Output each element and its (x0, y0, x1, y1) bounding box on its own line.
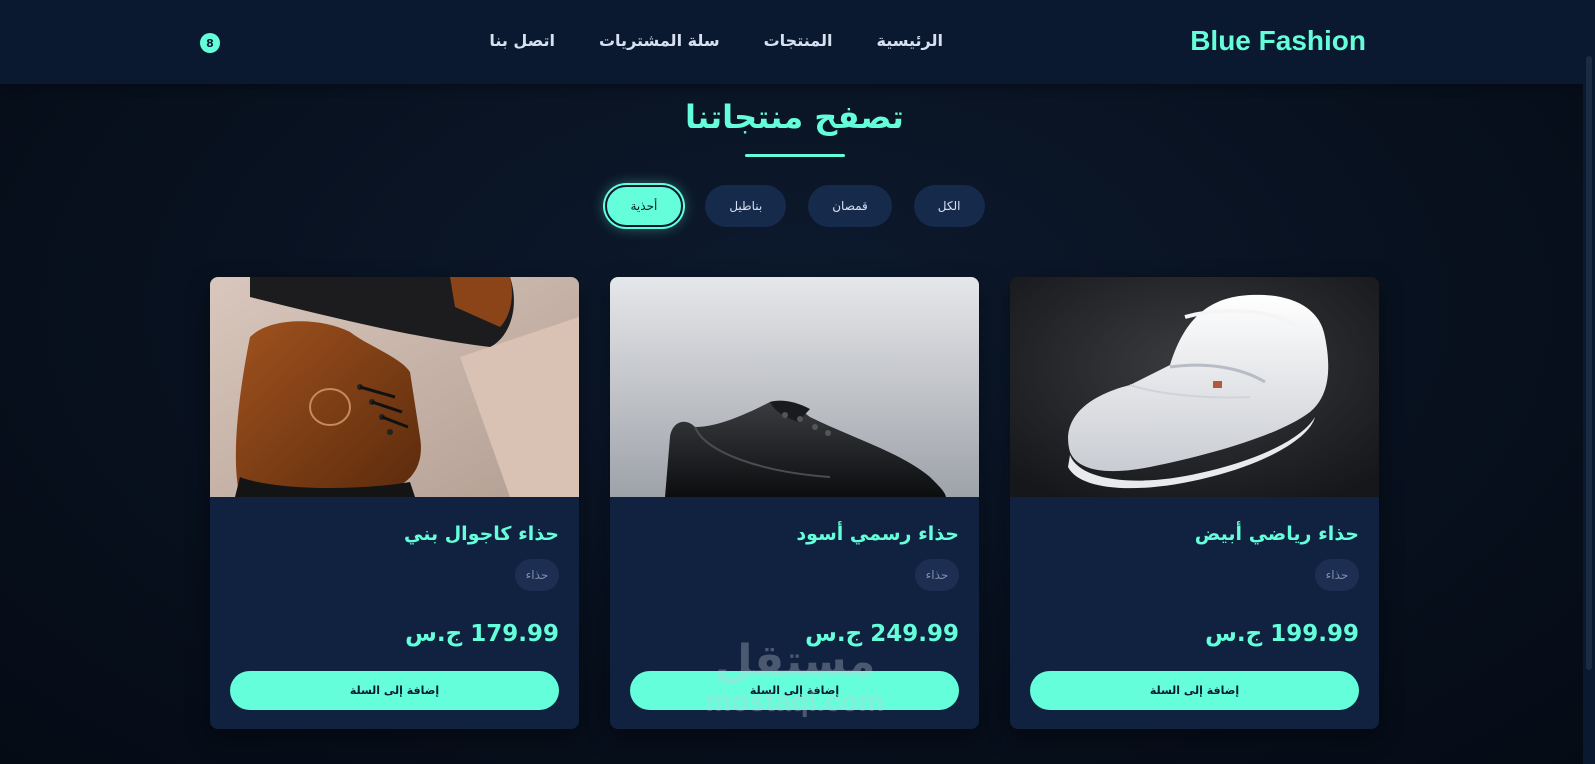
category-filters: الكل قمصان بناطيل أحذية (0, 185, 1589, 227)
card-body: حذاء رسمي أسود حذاء 249.99 ج.س إضافة إلى… (610, 497, 979, 729)
black-formal-shoe-image (610, 277, 979, 497)
nav-link-home[interactable]: الرئيسية (877, 31, 944, 50)
category-tag: حذاء (1315, 559, 1359, 591)
nav-link-cart[interactable]: سلة المشتريات (599, 31, 720, 50)
add-to-cart-button[interactable]: إضافة إلى السلة (230, 671, 559, 710)
product-price: 179.99 ج.س (405, 621, 559, 647)
brown-casual-boot-image (210, 277, 579, 497)
filter-shoes-button[interactable]: أحذية (604, 185, 684, 227)
add-to-cart-button[interactable]: إضافة إلى السلة (630, 671, 959, 710)
product-card: حذاء كاجوال بني حذاء 179.99 ج.س إضافة إل… (210, 277, 579, 729)
white-loafer-image (1010, 277, 1379, 497)
category-tag: حذاء (515, 559, 559, 591)
product-name[interactable]: حذاء كاجوال بني (404, 523, 559, 545)
filter-shirts-button[interactable]: قمصان (808, 185, 892, 227)
product-grid: حذاء رياضي أبيض حذاء 199.99 ج.س إضافة إل… (0, 277, 1589, 729)
navbar: Blue Fashion الرئيسية المنتجات سلة المشت… (0, 0, 1583, 84)
product-name[interactable]: حذاء رسمي أسود (796, 523, 959, 545)
filter-all-button[interactable]: الكل (913, 185, 985, 227)
product-card: حذاء رسمي أسود حذاء 249.99 ج.س إضافة إلى… (610, 277, 979, 729)
product-price: 249.99 ج.س (805, 621, 959, 647)
card-body: حذاء رياضي أبيض حذاء 199.99 ج.س إضافة إل… (1010, 497, 1379, 729)
card-body: حذاء كاجوال بني حذاء 179.99 ج.س إضافة إل… (210, 497, 579, 729)
filter-pants-button[interactable]: بناطيل (705, 185, 787, 227)
product-price: 199.99 ج.س (1205, 621, 1359, 647)
brand-logo[interactable]: Blue Fashion (1190, 25, 1366, 57)
cart-count-badge[interactable]: 8 (200, 33, 220, 53)
title-underline (745, 154, 845, 157)
page-title: تصفح منتجاتنا (685, 98, 904, 136)
add-to-cart-button[interactable]: إضافة إلى السلة (1030, 671, 1359, 710)
nav-links: الرئيسية المنتجات سلة المشتريات اتصل بنا (489, 31, 943, 50)
product-name[interactable]: حذاء رياضي أبيض (1195, 523, 1359, 545)
category-tag: حذاء (915, 559, 959, 591)
product-card: حذاء رياضي أبيض حذاء 199.99 ج.س إضافة إل… (1010, 277, 1379, 729)
nav-link-contact[interactable]: اتصل بنا (489, 31, 555, 50)
nav-link-products[interactable]: المنتجات (764, 31, 833, 50)
